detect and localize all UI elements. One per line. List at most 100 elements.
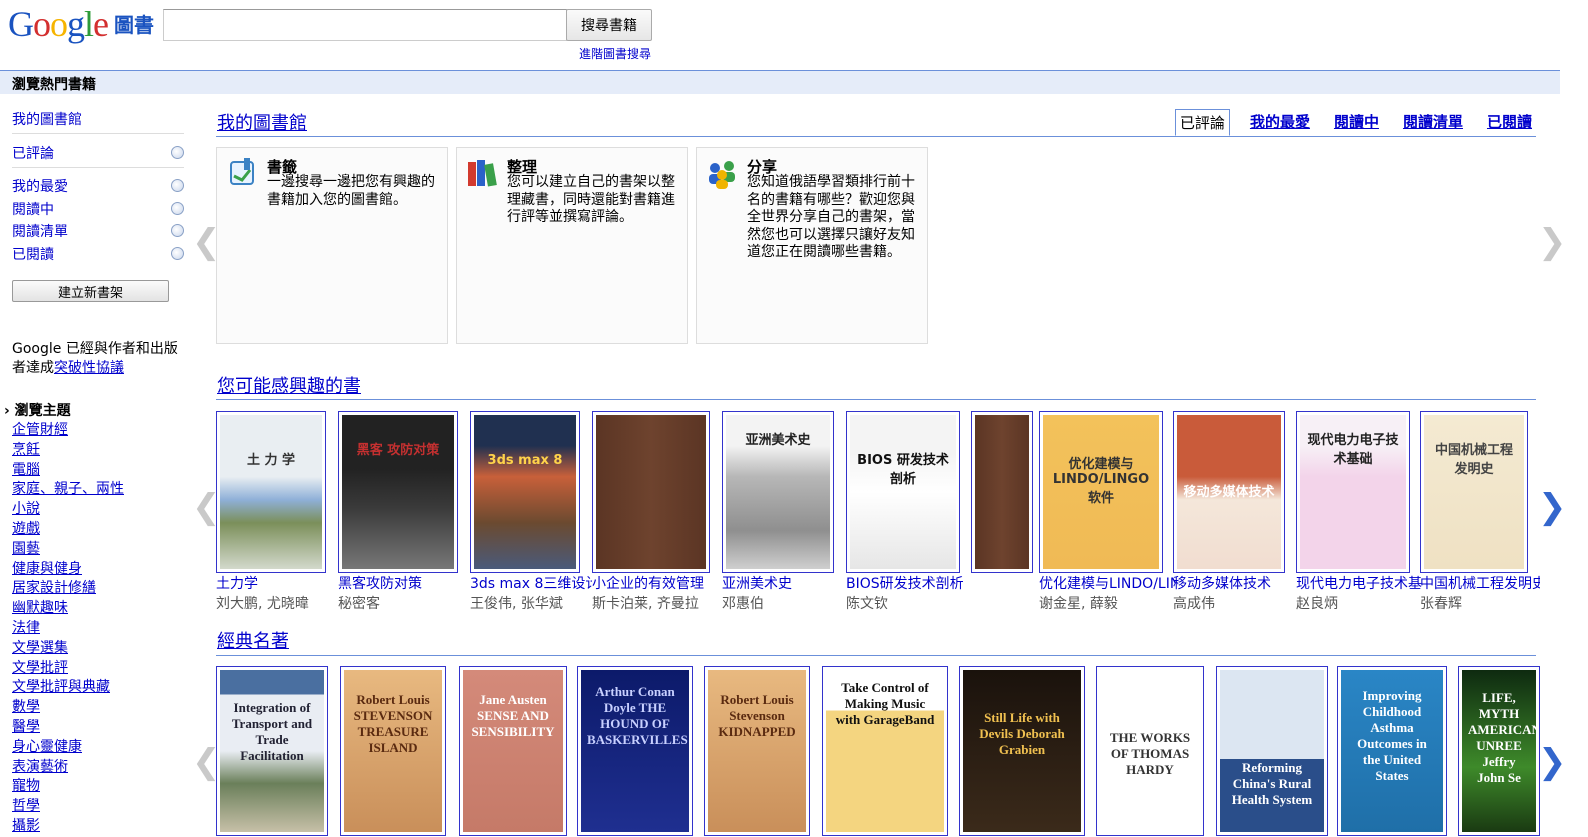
topic-link[interactable]: 數學 (12, 698, 124, 718)
partner-notice: Google 已經與作者和出版者達成突破性協議 (12, 340, 187, 378)
book-title-link[interactable]: 黑客攻防对策 (338, 573, 470, 593)
book-cover[interactable]: 现代电力电子技术基础 (1296, 411, 1410, 573)
topic-link[interactable]: 企管財經 (12, 421, 124, 441)
cover-text: BIOS 研发技术剖析 (857, 453, 949, 487)
topic-link[interactable]: 哲學 (12, 797, 124, 817)
sidebar-item-to-read[interactable]: 閱讀清單 (12, 221, 68, 241)
book-cover[interactable]: Take Control of Making Music with Garage… (822, 666, 948, 836)
book-title-link[interactable]: 亚洲美术史 (722, 573, 846, 593)
library-card-bookmark: 書籤 一邊搜尋一邊把您有興趣的書籍加入您的圖書館。 (216, 147, 448, 344)
book-title-link[interactable]: 移动多媒体技术 (1173, 573, 1297, 593)
book-cover-image: 中国机械工程发明史 (1424, 415, 1524, 569)
topic-link[interactable]: 家庭、親子、兩性 (12, 480, 124, 500)
book-title-link[interactable]: 土力学 (216, 573, 338, 593)
sidebar-item-have-read[interactable]: 已閱讀 (12, 244, 54, 264)
library-tab[interactable]: 閱讀中 (1330, 109, 1383, 136)
topic-link[interactable]: 表演藝術 (12, 758, 124, 778)
book-cover[interactable]: Integration of Transport and Trade Facil… (216, 666, 328, 836)
card-description: 您可以建立自己的書架以整理藏書，同時還能對書籍進行評等並撰寫評論。 (507, 174, 675, 225)
book-cover[interactable]: 亚洲美术史 (722, 411, 834, 573)
topic-link[interactable]: 電腦 (12, 461, 124, 481)
book-cover[interactable]: 黑客 攻防对策 (338, 411, 458, 573)
book-cover[interactable]: 中国机械工程发明史 (1420, 411, 1528, 573)
classics-title[interactable]: 經典名著 (217, 627, 289, 653)
my-library-title[interactable]: 我的圖書館 (217, 109, 307, 135)
book-author: 张春辉 (1420, 596, 1462, 612)
sidebar-item-reviewed[interactable]: 已評論 (12, 143, 54, 163)
book-cover-image: 移动多媒体技术 (1177, 415, 1281, 569)
topic-link[interactable]: 攝影 (12, 817, 124, 837)
book-author: 王俊伟, 张华斌 (470, 596, 563, 612)
sidebar-my-library[interactable]: 我的圖書館 (12, 109, 82, 129)
book-cover[interactable]: BIOS 研发技术剖析 (846, 411, 960, 573)
globe-icon (171, 146, 184, 159)
topics-heading-label: 瀏覽主題 (14, 403, 71, 419)
book-cover-image: Robert Louis STEVENSON TREASURE ISLAND (344, 670, 442, 832)
topic-link[interactable]: 文學批評與典藏 (12, 678, 124, 698)
book-title-link[interactable]: BIOS研发技术剖析 (846, 573, 972, 593)
topic-link[interactable]: 寵物 (12, 777, 124, 797)
topic-link[interactable]: 小說 (12, 500, 124, 520)
library-tab[interactable]: 我的最愛 (1246, 109, 1314, 136)
topic-link[interactable]: 幽默趣味 (12, 599, 124, 619)
book-cover[interactable]: Improving Childhood Asthma Outcomes in t… (1337, 666, 1447, 836)
logo-text: Google (8, 4, 109, 44)
book-author: 高成伟 (1173, 596, 1215, 612)
book-cover[interactable]: 优化建模与LINDO/LINGO软件 (1039, 411, 1163, 573)
search-button[interactable]: 搜尋書籍 (566, 9, 652, 41)
topic-link[interactable]: 醫學 (12, 718, 124, 738)
book-author: 斯卡泊莱, 齐曼拉 (592, 596, 699, 612)
topic-link[interactable]: 法律 (12, 619, 124, 639)
book-title-link[interactable]: 现代电力电子技术基础 (1296, 573, 1422, 593)
book-title-link[interactable]: 中国机械工程发明史 (1420, 573, 1540, 593)
library-tab[interactable]: 已評論 (1174, 109, 1230, 136)
book-cover[interactable] (971, 411, 1033, 573)
book-cover[interactable]: Still Life with Devils Deborah Grabien (959, 666, 1085, 836)
topic-link[interactable]: 文學選集 (12, 639, 124, 659)
book-cover[interactable]: Jane Austen SENSE AND SENSIBILITY (459, 666, 567, 836)
book-cover-image: Improving Childhood Asthma Outcomes in t… (1341, 670, 1443, 832)
library-tab[interactable]: 已閱讀 (1483, 109, 1536, 136)
sidebar-item-favorites[interactable]: 我的最愛 (12, 176, 68, 196)
book-cover[interactable]: Reforming China's Rural Health System (1216, 666, 1328, 836)
book-cover[interactable]: THE WORKS OF THOMAS HARDY (1096, 666, 1204, 836)
books-icon (468, 160, 497, 187)
cover-text: Improving Childhood Asthma Outcomes in t… (1357, 688, 1427, 783)
library-next-arrow[interactable]: ❯ (1538, 222, 1567, 262)
topic-link[interactable]: 園藝 (12, 540, 124, 560)
search-input[interactable] (163, 9, 567, 41)
book-cover[interactable]: LIFE, MYTH AMERICAN UNREE Jeffry John Se (1458, 666, 1540, 836)
google-books-logo[interactable]: Google 圖書 (8, 4, 154, 44)
book-cover[interactable]: 土 力 学 (216, 411, 326, 573)
book-cover[interactable]: Robert Louis Stevenson KIDNAPPED (704, 666, 810, 836)
recommended-title[interactable]: 您可能感興趣的書 (217, 372, 361, 398)
book-title-link[interactable]: 小企业的有效管理 (592, 573, 722, 593)
library-tab[interactable]: 閱讀清單 (1399, 109, 1467, 136)
partner-agreement-link[interactable]: 突破性協議 (54, 360, 124, 376)
recommended-next-arrow[interactable]: ❯ (1538, 487, 1567, 527)
globe-icon (171, 224, 184, 237)
advanced-search-link[interactable]: 進階圖書搜尋 (579, 45, 651, 62)
book-cover[interactable] (592, 411, 710, 573)
book-cover[interactable]: 移动多媒体技术 (1173, 411, 1285, 573)
classics-next-arrow[interactable]: ❯ (1538, 742, 1567, 782)
sidebar-item-reading-now[interactable]: 閱讀中 (12, 199, 54, 219)
topic-link[interactable]: 文學批評 (12, 659, 124, 679)
book-title-link[interactable]: 优化建模与LINDO/LINGO软件 (1039, 573, 1175, 593)
book-cover[interactable]: 3ds max 8 (470, 411, 580, 573)
topic-link[interactable]: 居家設計修繕 (12, 579, 124, 599)
new-shelf-button[interactable]: 建立新書架 (12, 280, 169, 302)
topic-link[interactable]: 身心靈健康 (12, 738, 124, 758)
topic-link[interactable]: 健康與健身 (12, 560, 124, 580)
cover-text: 现代电力电子技术基础 (1307, 433, 1399, 467)
topic-link[interactable]: 遊戲 (12, 520, 124, 540)
cover-text: 优化建模与LINDO/LINGO软件 (1052, 457, 1150, 506)
cover-text: LIFE, MYTH AMERICAN UNREE Jeffry John Se (1468, 690, 1536, 785)
book-cover[interactable]: Robert Louis STEVENSON TREASURE ISLAND (340, 666, 446, 836)
library-card-share: 分享 您知道俄語學習類排行前十名的書籍有哪些？歡迎您與全世界分享自己的書架，當然… (696, 147, 928, 344)
book-cover[interactable]: Arthur Conan Doyle THE HOUND OF BASKERVI… (577, 666, 693, 836)
section-divider (216, 655, 1536, 656)
book-cover-image: Take Control of Making Music with Garage… (826, 670, 944, 832)
book-title-link[interactable]: 3ds max 8三维设计 (470, 573, 592, 593)
topic-link[interactable]: 烹飪 (12, 441, 124, 461)
